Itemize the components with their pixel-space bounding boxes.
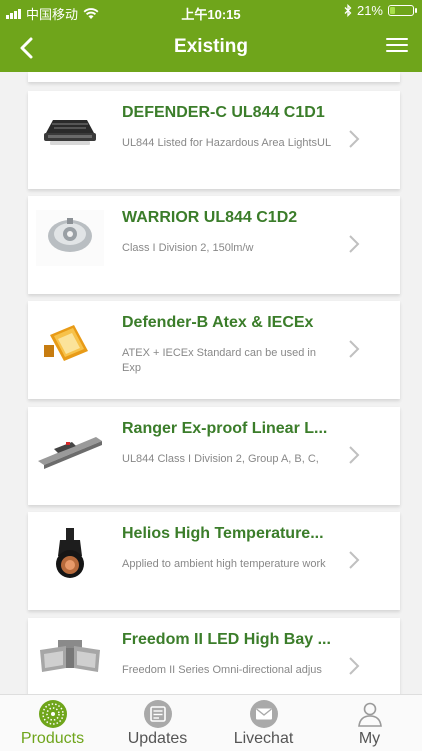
product-list[interactable]: DEFENDER-C UL844 C1D1 UL844 Listed for H… — [0, 72, 422, 694]
chevron-right-icon — [349, 657, 360, 675]
tab-livechat[interactable]: Livechat — [211, 695, 316, 751]
tab-label: My — [358, 730, 381, 747]
product-card[interactable]: Ranger Ex-proof Linear L... UL844 Class … — [28, 407, 400, 505]
ranger-linear-light-image — [38, 437, 102, 469]
defender-c-light-image — [44, 120, 96, 145]
product-name: Ranger Ex-proof Linear L... — [122, 420, 328, 437]
chevron-right-icon — [349, 446, 360, 464]
product-card[interactable]: Helios High Temperature... Applied to am… — [28, 512, 400, 610]
product-description: Class I Division 2, 150lm/w — [122, 242, 254, 254]
tab-label: Updates — [127, 730, 188, 747]
product-card[interactable]: Defender-B Atex & IECEx ATEX + IECEx Sta… — [28, 301, 400, 399]
status-right: 21% — [344, 3, 417, 18]
page-title: Existing — [174, 36, 248, 57]
chevron-right-icon — [349, 130, 360, 148]
warrior-light-image — [36, 210, 104, 266]
tab-label: Livechat — [233, 730, 294, 747]
tab-updates[interactable]: Updates — [105, 695, 210, 751]
freedom-ii-high-bay-image — [40, 640, 100, 672]
product-description: Freedom II Series Omni-directional adjus — [122, 664, 322, 676]
tab-label: Products — [20, 730, 85, 747]
product-name: Helios High Temperature... — [122, 525, 324, 542]
tab-bar: Products Updates Livechat My — [0, 694, 422, 751]
product-card[interactable]: DEFENDER-C UL844 C1D1 UL844 Listed for H… — [28, 91, 400, 189]
tab-my[interactable]: My — [317, 695, 422, 751]
list-top-edge — [28, 72, 400, 82]
my-icon — [358, 702, 382, 727]
product-card[interactable]: Freedom II LED High Bay ... Freedom II S… — [28, 618, 400, 694]
product-description: Applied to ambient high temperature work — [122, 558, 326, 570]
bluetooth-icon — [344, 4, 352, 17]
product-name: Freedom II LED High Bay ... — [122, 631, 331, 648]
tab-products[interactable]: Products — [0, 695, 105, 751]
product-name: DEFENDER-C UL844 C1D1 — [122, 104, 325, 121]
livechat-icon — [250, 700, 278, 728]
products-icon — [39, 700, 67, 728]
product-name: WARRIOR UL844 C1D2 — [122, 209, 298, 226]
product-description: UL844 Listed for Hazardous Area LightsUL — [122, 137, 332, 149]
battery-icon — [388, 5, 417, 16]
battery-percent: 21% — [356, 3, 383, 18]
defender-b-light-image — [44, 325, 88, 361]
product-card[interactable]: WARRIOR UL844 C1D2 Class I Division 2, 1… — [28, 196, 400, 294]
helios-light-image — [56, 528, 84, 578]
nav-bar: Existing — [0, 24, 422, 72]
chevron-right-icon — [349, 551, 360, 569]
product-description: UL844 Class I Division 2, Group A, B, C, — [122, 453, 319, 465]
updates-icon — [144, 700, 172, 728]
status-bar: 中国移动 上午10:15 21% — [0, 0, 422, 24]
chevron-right-icon — [349, 235, 360, 253]
menu-icon[interactable] — [386, 38, 408, 58]
chevron-right-icon — [349, 340, 360, 358]
product-description: ATEX + IECEx Standard can be used in Exp — [122, 347, 316, 374]
product-name: Defender-B Atex & IECEx — [122, 314, 314, 331]
